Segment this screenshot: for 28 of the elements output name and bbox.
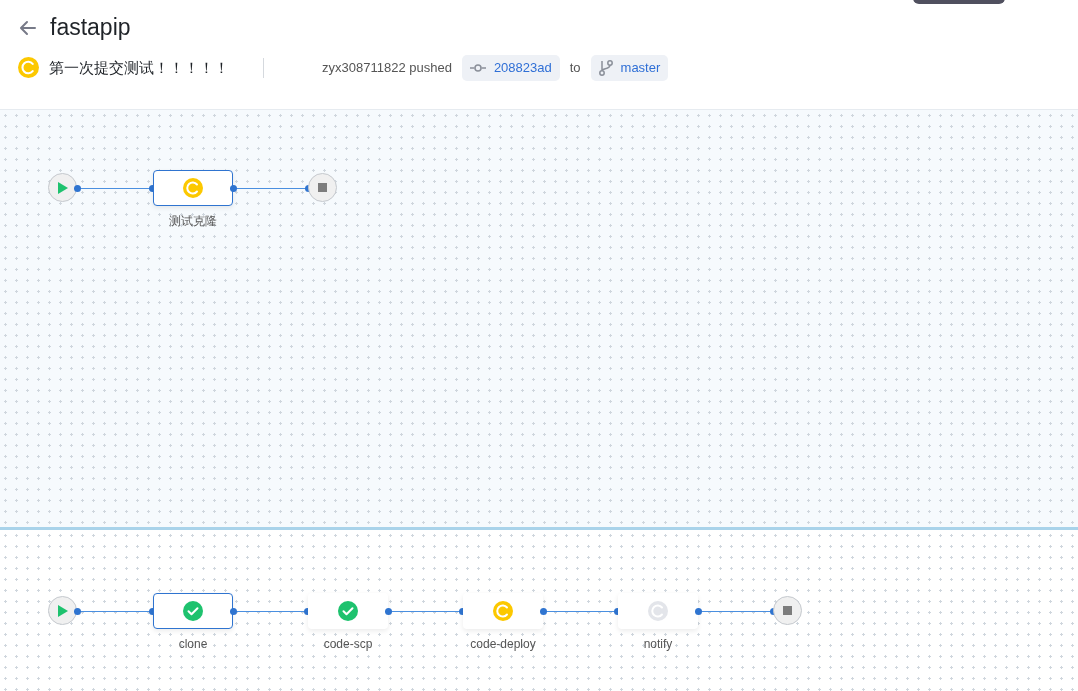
page-title: fastapip bbox=[50, 16, 131, 39]
job-label: notify bbox=[642, 636, 674, 653]
job-label: code-deploy bbox=[469, 636, 537, 653]
job-label: clone bbox=[177, 636, 209, 653]
running-icon bbox=[18, 57, 39, 79]
job-node[interactable] bbox=[153, 593, 233, 629]
running-icon bbox=[183, 178, 203, 198]
job-node[interactable] bbox=[618, 593, 698, 629]
play-icon bbox=[57, 604, 68, 617]
pending-icon bbox=[648, 601, 668, 621]
pusher-text: zyx308711822 pushed bbox=[322, 59, 452, 77]
to-text: to bbox=[569, 59, 581, 77]
stop-icon bbox=[783, 606, 792, 615]
check-icon bbox=[338, 601, 358, 621]
branch-chip[interactable]: master bbox=[590, 55, 669, 81]
check-icon bbox=[183, 601, 203, 621]
stop-icon bbox=[318, 183, 327, 192]
job-node[interactable] bbox=[463, 593, 543, 629]
commit-icon bbox=[469, 62, 486, 73]
job-label: 测试克隆 bbox=[168, 213, 218, 230]
job-node[interactable] bbox=[153, 170, 233, 206]
running-icon bbox=[493, 601, 513, 621]
job-node[interactable] bbox=[308, 593, 388, 629]
branch-icon bbox=[598, 59, 613, 76]
play-icon bbox=[57, 181, 68, 194]
commit-message: 第一次提交测试！！！！！ bbox=[49, 57, 229, 78]
commit-chip[interactable]: 208823ad bbox=[461, 55, 560, 81]
job-label: code-scp bbox=[322, 636, 374, 653]
